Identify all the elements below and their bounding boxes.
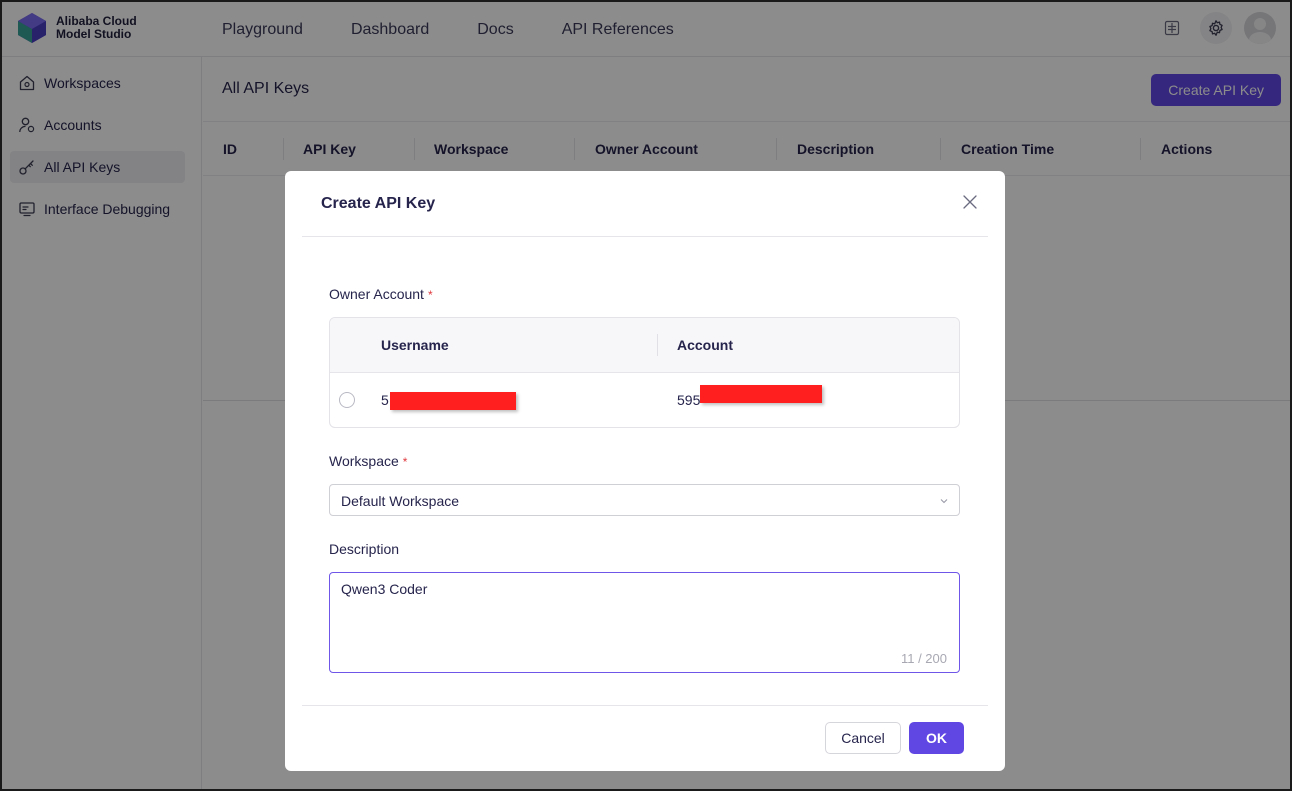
workspace-select[interactable]: Default Workspace [329,484,960,516]
required-mark: * [402,455,408,469]
column-header-account: Account [677,337,733,353]
redaction-mark [700,385,822,403]
owner-table-header: Username Account [330,318,959,373]
description-input[interactable]: Qwen3 Coder 11 / 200 [329,572,960,673]
app-window: Alibaba Cloud Model Studio Playground Da… [0,0,1292,791]
redaction-mark [390,392,516,410]
owner-account-label: Owner Account * [329,286,433,302]
workspace-select-value: Default Workspace [341,493,460,509]
owner-account-table: Username Account 5 595 [329,317,960,428]
character-counter: 11 / 200 [900,651,947,666]
dialog-footer-divider [302,705,988,706]
owner-radio[interactable] [339,392,355,408]
chevron-down-icon [940,499,948,504]
ok-button[interactable]: OK [909,722,964,754]
column-divider [657,334,658,356]
cancel-button[interactable]: Cancel [825,722,901,754]
owner-account-label-text: Owner Account [329,286,424,302]
dialog-title: Create API Key [321,195,436,212]
description-label: Description [329,541,400,557]
required-mark: * [427,288,433,302]
workspace-label-text: Workspace [329,453,399,469]
username-cell: 5 [381,392,389,408]
dialog-header-divider [302,236,988,237]
close-icon[interactable] [961,193,979,211]
create-api-key-dialog: Create API Key Owner Account * Username A… [285,171,1005,771]
column-header-username: Username [381,337,449,353]
workspace-label: Workspace * [329,453,407,469]
account-cell: 595 [677,392,701,408]
description-value: Qwen3 Coder [341,581,428,597]
table-row[interactable]: 5 595 [330,373,959,427]
